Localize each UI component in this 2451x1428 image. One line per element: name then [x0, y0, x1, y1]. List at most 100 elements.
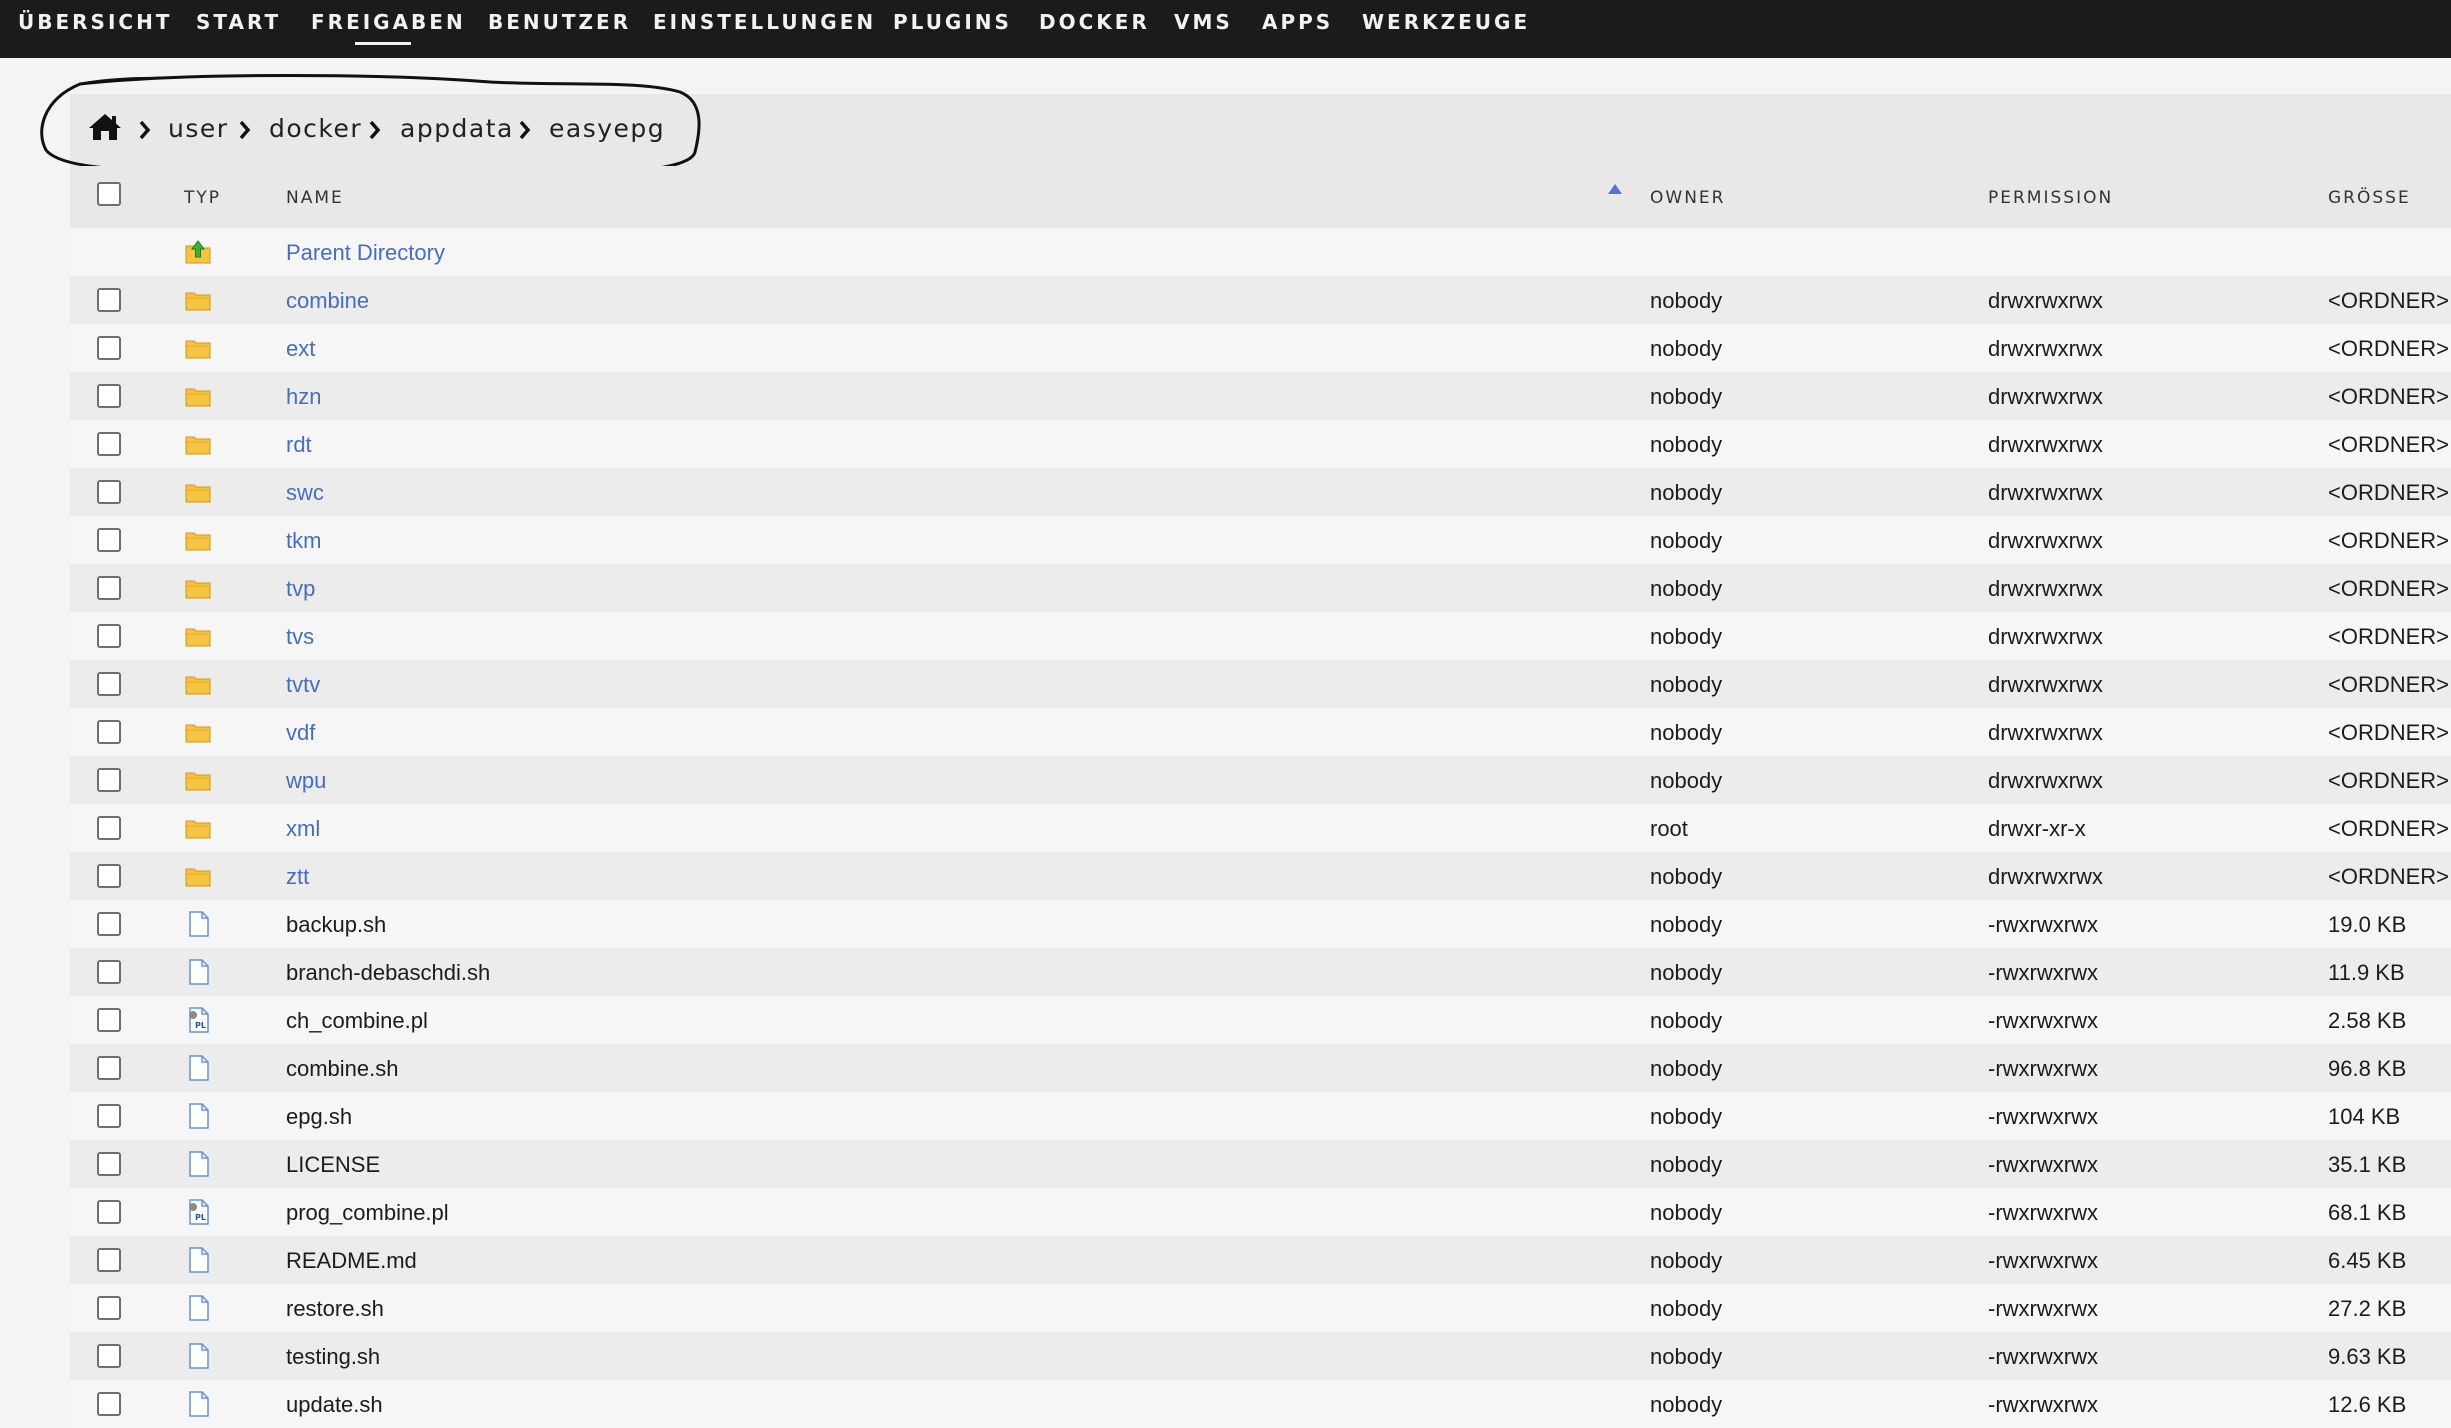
file-name[interactable]: prog_combine.pl — [286, 1200, 449, 1226]
folder-name-link[interactable]: tvp — [286, 576, 315, 602]
table-row[interactable]: ztt nobody drwxrwxrwx <ORDNER> — [70, 852, 2451, 900]
row-checkbox[interactable] — [97, 528, 121, 552]
folder-name-link[interactable]: wpu — [286, 768, 326, 794]
file-name[interactable]: branch-debaschdi.sh — [286, 960, 490, 986]
folder-name-link[interactable]: swc — [286, 480, 324, 506]
file-name[interactable]: testing.sh — [286, 1344, 380, 1370]
table-row[interactable]: wpu nobody drwxrwxrwx <ORDNER> — [70, 756, 2451, 804]
row-checkbox[interactable] — [97, 1392, 121, 1416]
row-checkbox[interactable] — [97, 288, 121, 312]
table-row[interactable]: tvs nobody drwxrwxrwx <ORDNER> — [70, 612, 2451, 660]
folder-name-link[interactable]: xml — [286, 816, 320, 842]
folder-name-link[interactable]: tvtv — [286, 672, 320, 698]
nav-item-vms[interactable]: VMS — [1174, 10, 1233, 34]
table-row[interactable]: xml root drwxr-xr-x <ORDNER> — [70, 804, 2451, 852]
table-row[interactable]: epg.sh nobody -rwxrwxrwx 104 KB — [70, 1092, 2451, 1140]
file-name[interactable]: ch_combine.pl — [286, 1008, 428, 1034]
nav-item-uebersicht[interactable]: ÜBERSICHT — [18, 10, 172, 34]
nav-item-einstellungen[interactable]: EINSTELLUNGEN — [653, 10, 876, 34]
file-name[interactable]: combine.sh — [286, 1056, 399, 1082]
row-checkbox[interactable] — [97, 576, 121, 600]
file-name[interactable]: epg.sh — [286, 1104, 352, 1130]
size-cell: <ORDNER> — [2328, 384, 2450, 409]
nav-item-plugins[interactable]: PLUGINS — [893, 10, 1012, 34]
row-checkbox[interactable] — [97, 624, 121, 648]
column-header-name[interactable]: NAME — [286, 188, 344, 208]
row-checkbox[interactable] — [97, 1344, 121, 1368]
nav-item-docker[interactable]: DOCKER — [1039, 10, 1150, 34]
table-row[interactable]: tkm nobody drwxrwxrwx <ORDNER> — [70, 516, 2451, 564]
row-checkbox[interactable] — [97, 1296, 121, 1320]
owner-cell: nobody — [1650, 336, 1723, 361]
select-all-checkbox[interactable] — [97, 182, 121, 206]
file-name[interactable]: README.md — [286, 1248, 417, 1274]
row-checkbox[interactable] — [97, 1200, 121, 1224]
nav-item-apps[interactable]: APPS — [1262, 10, 1333, 34]
folder-name-link[interactable]: ext — [286, 336, 315, 362]
parent-directory-link[interactable]: Parent Directory — [286, 240, 445, 266]
row-checkbox[interactable] — [97, 672, 121, 696]
row-checkbox[interactable] — [97, 1104, 121, 1128]
table-row[interactable]: testing.sh nobody -rwxrwxrwx 9.63 KB — [70, 1332, 2451, 1380]
row-checkbox[interactable] — [97, 1008, 121, 1032]
file-name[interactable]: update.sh — [286, 1392, 383, 1418]
column-header-permission[interactable]: PERMISSION — [1988, 188, 2113, 208]
table-row[interactable]: branch-debaschdi.sh nobody -rwxrwxrwx 11.9 … — [70, 948, 2451, 996]
row-checkbox[interactable] — [97, 1248, 121, 1272]
table-row[interactable]: PL ch_combine.pl nobody -rwxrwxrwx 2.58 KB — [70, 996, 2451, 1044]
table-row[interactable]: vdf nobody drwxrwxrwx <ORDNER> — [70, 708, 2451, 756]
column-header-size[interactable]: GRÖSSE — [2328, 188, 2411, 208]
table-row[interactable]: swc nobody drwxrwxrwx <ORDNER> — [70, 468, 2451, 516]
folder-name-link[interactable]: rdt — [286, 432, 312, 458]
size-cell: 96.8 KB — [2328, 1056, 2407, 1081]
table-row[interactable]: update.sh nobody -rwxrwxrwx 12.6 KB — [70, 1380, 2451, 1428]
table-row[interactable]: combine nobody drwxrwxrwx <ORDNER> — [70, 276, 2451, 324]
folder-name-link[interactable]: combine — [286, 288, 369, 314]
table-row[interactable]: PL prog_combine.pl nobody -rwxrwxrwx 68.1 KB — [70, 1188, 2451, 1236]
table-row[interactable]: LICENSE nobody -rwxrwxrwx 35.1 KB — [70, 1140, 2451, 1188]
column-header-owner[interactable]: OWNER — [1650, 188, 1725, 208]
file-name[interactable]: restore.sh — [286, 1296, 384, 1322]
folder-name-link[interactable]: ztt — [286, 864, 309, 890]
folder-name-link[interactable]: tvs — [286, 624, 314, 650]
row-checkbox[interactable] — [97, 480, 121, 504]
row-checkbox[interactable] — [97, 768, 121, 792]
breadcrumb-item-docker[interactable]: docker — [269, 114, 362, 143]
column-header-typ[interactable]: TYP — [184, 188, 221, 208]
row-checkbox[interactable] — [97, 864, 121, 888]
table-row[interactable]: hzn nobody drwxrwxrwx <ORDNER> — [70, 372, 2451, 420]
table-row[interactable]: restore.sh nobody -rwxrwxrwx 27.2 KB — [70, 1284, 2451, 1332]
nav-item-werkzeuge[interactable]: WERKZEUGE — [1362, 10, 1530, 34]
breadcrumb-item-appdata[interactable]: appdata — [400, 114, 514, 143]
row-checkbox[interactable] — [97, 384, 121, 408]
breadcrumb-item-user[interactable]: user — [168, 114, 229, 143]
row-checkbox[interactable] — [97, 960, 121, 984]
row-checkbox[interactable] — [97, 720, 121, 744]
row-checkbox[interactable] — [97, 816, 121, 840]
parent-directory-row[interactable]: Parent Directory — [70, 228, 2451, 276]
table-row[interactable]: combine.sh nobody -rwxrwxrwx 96.8 KB — [70, 1044, 2451, 1092]
row-checkbox[interactable] — [97, 1056, 121, 1080]
table-row[interactable]: backup.sh nobody -rwxrwxrwx 19.0 KB — [70, 900, 2451, 948]
table-row[interactable]: rdt nobody drwxrwxrwx <ORDNER> — [70, 420, 2451, 468]
folder-name-link[interactable]: tkm — [286, 528, 321, 554]
folder-name-link[interactable]: vdf — [286, 720, 315, 746]
nav-item-benutzer[interactable]: BENUTZER — [488, 10, 631, 34]
table-row[interactable]: README.md nobody -rwxrwxrwx 6.45 KB — [70, 1236, 2451, 1284]
row-checkbox[interactable] — [97, 336, 121, 360]
table-row[interactable]: tvp nobody drwxrwxrwx <ORDNER> — [70, 564, 2451, 612]
row-checkbox[interactable] — [97, 432, 121, 456]
file-name[interactable]: LICENSE — [286, 1152, 380, 1178]
table-row[interactable]: ext nobody drwxrwxrwx <ORDNER> — [70, 324, 2451, 372]
home-icon[interactable] — [88, 112, 122, 142]
row-checkbox[interactable] — [97, 1152, 121, 1176]
owner-cell: root — [1650, 816, 1688, 841]
breadcrumb-item-easyepg[interactable]: easyepg — [549, 114, 665, 143]
table-row[interactable]: tvtv nobody drwxrwxrwx <ORDNER> — [70, 660, 2451, 708]
nav-item-start[interactable]: START — [196, 10, 281, 34]
row-checkbox[interactable] — [97, 912, 121, 936]
sort-ascending-icon[interactable] — [1608, 184, 1622, 194]
file-name[interactable]: backup.sh — [286, 912, 386, 938]
nav-item-freigaben[interactable]: FREIGABEN — [311, 10, 466, 34]
folder-name-link[interactable]: hzn — [286, 384, 321, 410]
